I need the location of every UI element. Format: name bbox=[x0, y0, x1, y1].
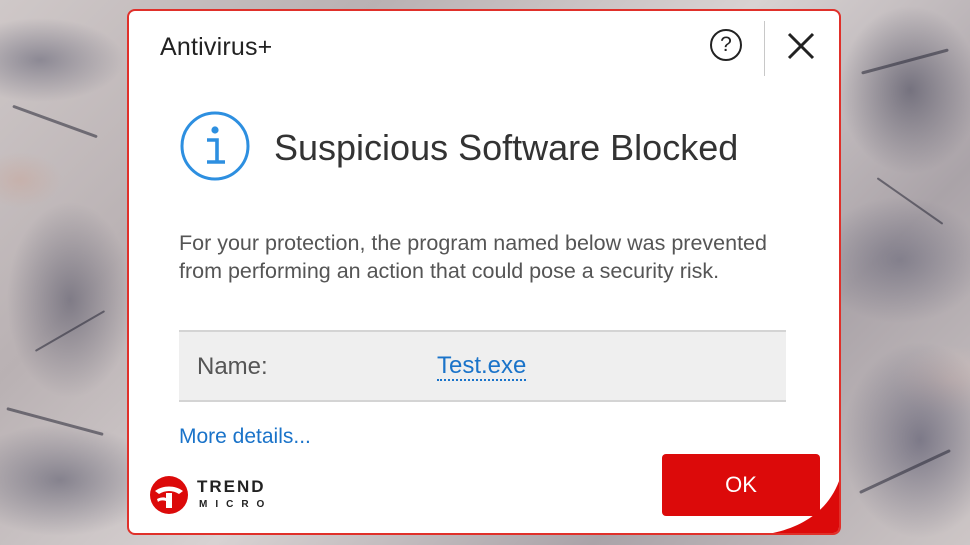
info-circle-icon bbox=[180, 111, 250, 181]
help-circle-icon: ? bbox=[720, 33, 732, 56]
close-button[interactable] bbox=[784, 29, 818, 63]
app-title: Antivirus+ bbox=[160, 33, 273, 61]
logo-text-trend: TREND bbox=[197, 477, 266, 496]
program-name-label: Name: bbox=[197, 353, 268, 380]
help-button[interactable]: ? bbox=[710, 29, 742, 61]
trend-micro-logo: TREND MICRO bbox=[149, 473, 279, 517]
dialog-message: For your protection, the program named b… bbox=[179, 231, 767, 283]
background-texture bbox=[34, 310, 106, 352]
more-details-link[interactable]: More details... bbox=[179, 425, 311, 449]
background-texture bbox=[859, 449, 951, 494]
background-texture bbox=[876, 177, 944, 225]
alert-dialog: Antivirus+ ? Suspicious Software Blocked… bbox=[127, 9, 841, 535]
background-texture bbox=[12, 104, 98, 139]
trend-micro-logo-mark bbox=[150, 476, 188, 514]
corner-decoration bbox=[772, 480, 839, 533]
program-name-row: Name: Test.exe bbox=[179, 330, 786, 402]
close-icon bbox=[787, 32, 815, 60]
title-divider bbox=[764, 21, 765, 76]
background-texture bbox=[6, 407, 104, 436]
dialog-headline: Suspicious Software Blocked bbox=[274, 127, 739, 168]
logo-text-micro: MICRO bbox=[199, 499, 273, 510]
background-texture bbox=[861, 48, 949, 75]
program-name-link[interactable]: Test.exe bbox=[437, 353, 527, 381]
